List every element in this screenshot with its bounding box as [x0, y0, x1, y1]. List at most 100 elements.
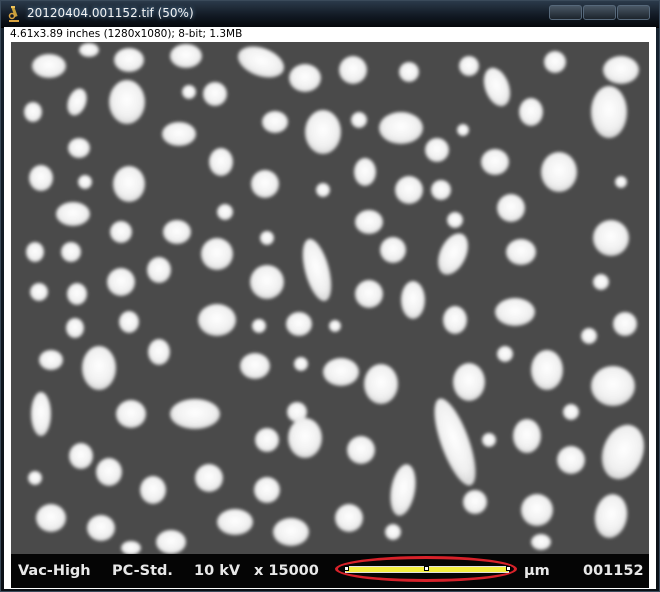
particle: [114, 48, 144, 72]
particle: [401, 281, 425, 319]
scale-bar-left-handle[interactable]: [344, 566, 349, 571]
particle: [519, 98, 543, 126]
minimize-button[interactable]: [549, 5, 582, 20]
image-info-bar: 4.61x3.89 inches (1280x1080); 8-bit; 1.3…: [4, 27, 656, 41]
particle: [463, 490, 487, 514]
scale-unit-label: μm: [524, 563, 550, 579]
particle: [591, 86, 627, 138]
particle: [323, 358, 359, 386]
particle: [591, 366, 635, 406]
particle: [217, 509, 253, 535]
particle: [431, 180, 451, 200]
particle: [68, 138, 90, 158]
particle: [481, 149, 509, 175]
particle: [380, 237, 406, 263]
particle: [531, 534, 551, 550]
particle: [593, 274, 609, 290]
particle: [339, 56, 367, 84]
particle: [379, 112, 423, 144]
particle: [28, 471, 42, 485]
image-window: 20120404.001152.tif (50%) 4.61x3.89 inch…: [0, 0, 660, 592]
detector-label: PC-Std.: [112, 563, 173, 579]
maximize-button[interactable]: [583, 5, 616, 20]
particle: [109, 80, 145, 124]
particle: [107, 268, 135, 296]
particle: [506, 239, 536, 265]
voltage-label: 10 kV: [194, 563, 241, 579]
particle: [96, 458, 122, 486]
particle: [31, 392, 51, 436]
window-title: 20120404.001152.tif (50%): [27, 6, 194, 20]
microscope-icon: [7, 5, 21, 23]
particle: [603, 56, 639, 84]
particle: [347, 436, 375, 464]
particle: [497, 194, 525, 222]
particle: [87, 515, 115, 541]
particle: [273, 518, 309, 546]
particle: [581, 328, 597, 344]
particle: [116, 400, 146, 428]
particle: [615, 176, 627, 188]
particle: [69, 443, 93, 469]
particle: [203, 82, 227, 106]
image-canvas[interactable]: Vac-High PC-Std. 10 kV x 15000 μm 001152: [4, 41, 656, 589]
particle: [39, 350, 63, 370]
particle: [201, 238, 233, 270]
particle: [289, 64, 321, 92]
particle: [61, 242, 81, 262]
particle: [425, 138, 449, 162]
particle: [29, 165, 53, 191]
particle: [113, 166, 145, 202]
particle: [254, 477, 280, 503]
particle: [613, 312, 637, 336]
particle: [36, 504, 66, 532]
particle: [148, 339, 170, 365]
particle: [30, 283, 48, 301]
particle: [217, 204, 233, 220]
particle: [209, 148, 233, 176]
particle: [395, 176, 423, 204]
close-button[interactable]: [617, 5, 650, 20]
particle: [294, 357, 308, 371]
particle: [66, 318, 84, 338]
particle: [399, 62, 419, 82]
particle: [156, 530, 186, 554]
particle: [119, 311, 139, 333]
particle: [56, 202, 90, 226]
particle: [250, 265, 284, 299]
particle: [288, 418, 322, 458]
particle: [251, 170, 279, 198]
magnification-label: x 15000: [254, 563, 319, 579]
particle: [482, 433, 496, 447]
sem-data-bar: Vac-High PC-Std. 10 kV x 15000 μm 001152: [11, 554, 649, 588]
scale-bar-right-handle[interactable]: [506, 566, 511, 571]
particle: [162, 122, 196, 146]
particle: [163, 220, 191, 244]
particle: [557, 446, 585, 474]
particle: [79, 43, 99, 57]
particle: [497, 346, 513, 362]
particle: [262, 111, 288, 133]
particle: [459, 56, 479, 76]
particle: [335, 504, 363, 532]
particle: [67, 283, 87, 305]
particle: [354, 158, 376, 186]
image-number-label: 001152: [583, 563, 644, 579]
particle: [544, 51, 566, 73]
particle: [255, 428, 279, 452]
particle: [329, 320, 341, 332]
particle: [240, 353, 270, 379]
scale-bar-selection[interactable]: [335, 556, 521, 584]
title-bar[interactable]: 20120404.001152.tif (50%): [1, 1, 659, 28]
particle: [457, 124, 469, 136]
particle: [355, 210, 383, 234]
vacuum-mode-label: Vac-High: [18, 563, 91, 579]
particle: [531, 350, 563, 390]
sem-micrograph[interactable]: [11, 42, 649, 554]
particle: [305, 110, 341, 154]
particle: [513, 419, 541, 453]
particle: [364, 364, 398, 404]
scale-bar-mid-handle[interactable]: [424, 566, 429, 571]
particle: [147, 257, 171, 283]
particle: [316, 183, 330, 197]
